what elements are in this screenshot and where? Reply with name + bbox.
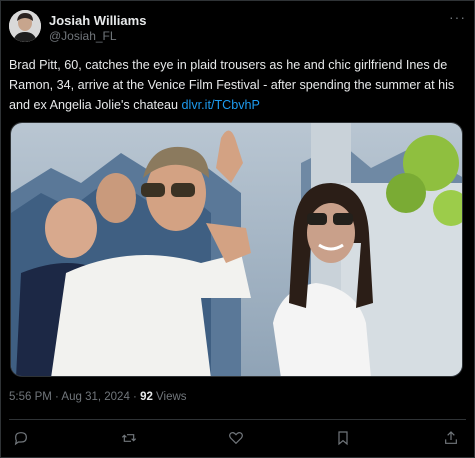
tweet-link[interactable]: dlvr.it/TCbvhP (182, 98, 260, 112)
author-name[interactable]: Josiah Williams (49, 13, 146, 28)
avatar[interactable] (9, 10, 41, 42)
bookmark-icon[interactable] (332, 427, 354, 449)
author-handle[interactable]: @Josiah_FL (49, 29, 117, 43)
reply-icon[interactable] (10, 427, 32, 449)
views-label: Views (152, 391, 187, 403)
divider (9, 419, 466, 420)
tweet-meta: 5:56 PM · Aug 31, 2024 · 92 Views (9, 391, 187, 403)
tweet-card[interactable]: Josiah Williams @Josiah_FL ··· Brad Pitt… (0, 0, 475, 458)
tweet-text: Brad Pitt, 60, catches the eye in plaid … (9, 55, 469, 115)
share-icon[interactable] (440, 427, 462, 449)
action-bar (1, 427, 475, 449)
tweet-photo[interactable] (10, 122, 463, 377)
tweet-header: Josiah Williams @Josiah_FL ··· (9, 10, 467, 46)
timestamp[interactable]: 5:56 PM · Aug 31, 2024 · (9, 391, 140, 403)
views-count: 92 (140, 391, 153, 403)
more-icon[interactable]: ··· (449, 10, 465, 26)
retweet-icon[interactable] (118, 427, 140, 449)
like-icon[interactable] (225, 427, 247, 449)
